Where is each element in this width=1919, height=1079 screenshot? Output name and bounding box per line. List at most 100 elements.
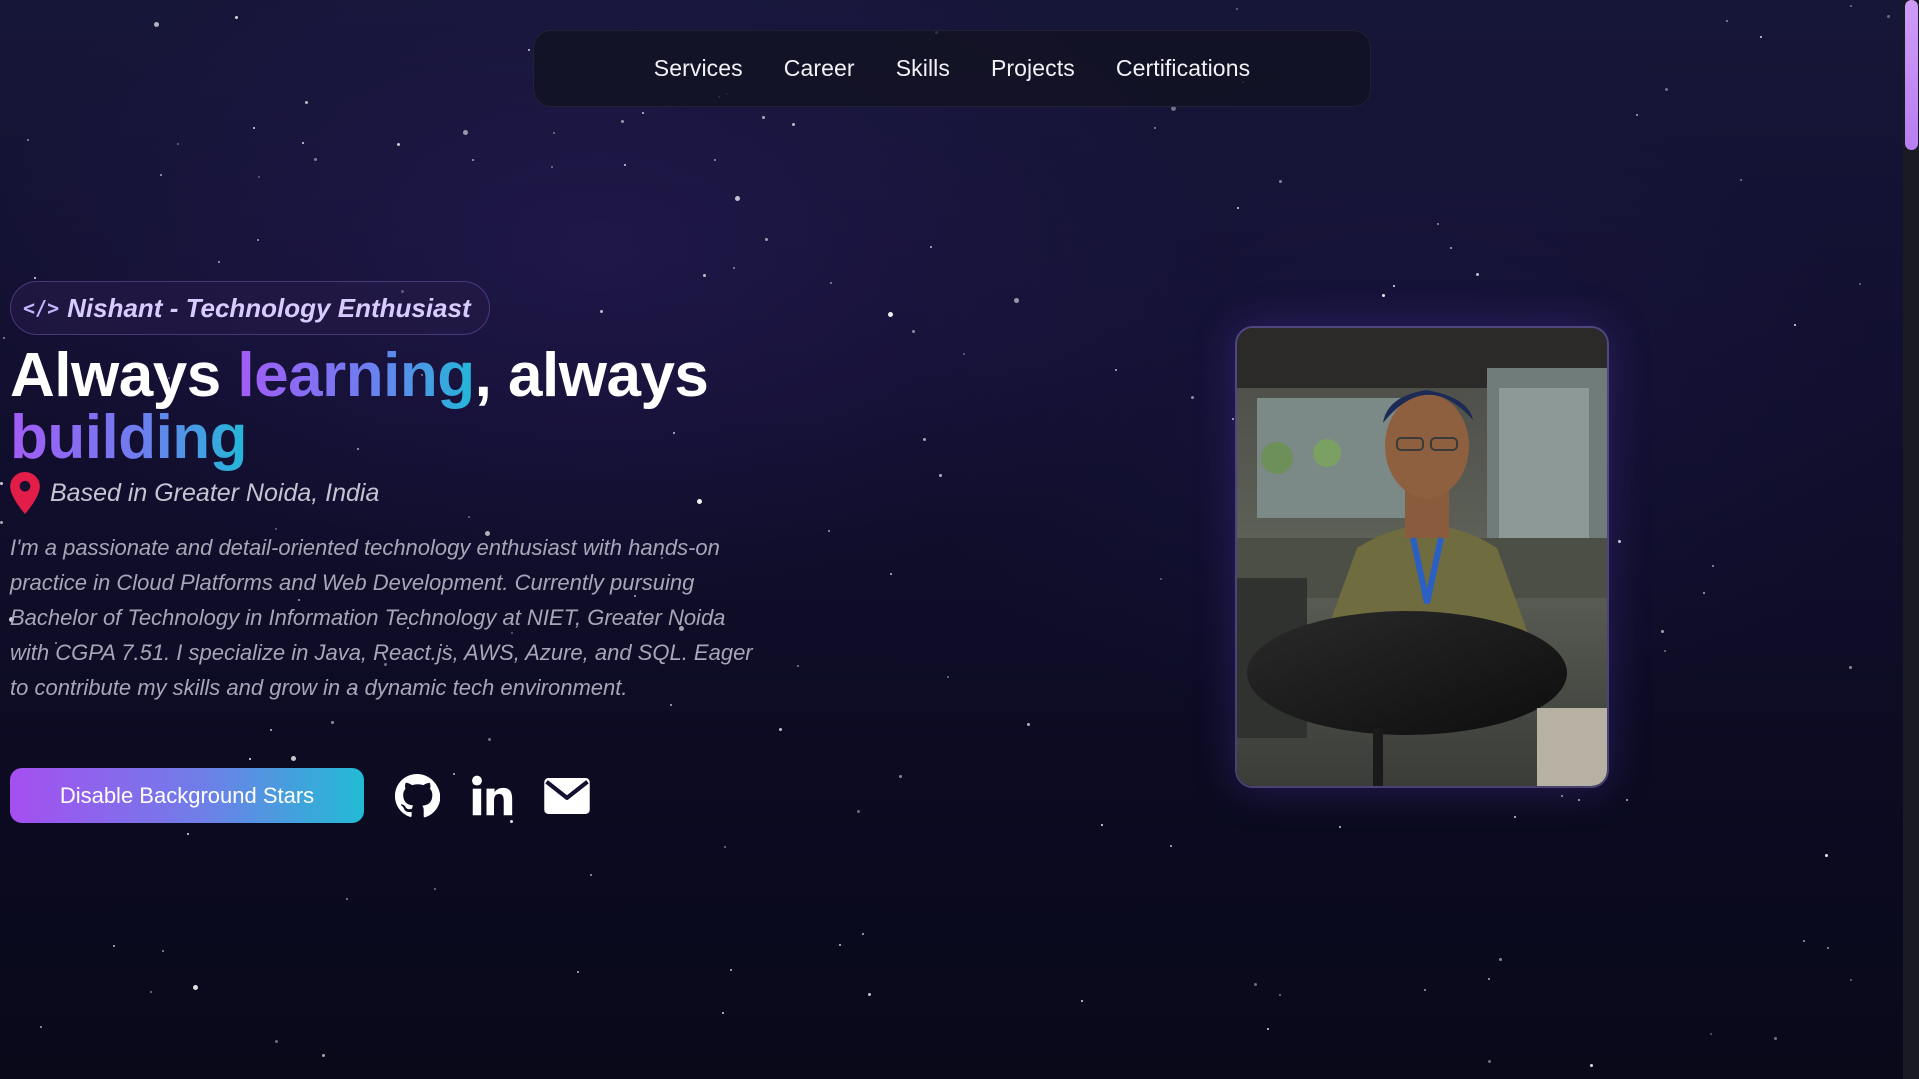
star xyxy=(1636,114,1638,116)
star xyxy=(0,482,3,485)
headline-part-2: , always xyxy=(474,341,709,410)
star xyxy=(249,758,251,760)
star xyxy=(1393,285,1395,287)
page-scrollbar[interactable] xyxy=(1903,0,1919,1079)
star xyxy=(434,888,436,890)
star xyxy=(154,22,159,27)
star xyxy=(551,166,553,168)
star xyxy=(1794,324,1796,326)
star xyxy=(1014,298,1019,303)
star xyxy=(1618,540,1621,543)
star xyxy=(1850,979,1852,981)
star xyxy=(1664,650,1666,652)
star xyxy=(735,196,740,201)
star xyxy=(888,312,893,317)
nav-link-skills[interactable]: Skills xyxy=(896,55,950,82)
star xyxy=(193,985,198,990)
nav-link-projects[interactable]: Projects xyxy=(991,55,1075,82)
star xyxy=(577,971,579,973)
star xyxy=(947,676,949,678)
star xyxy=(488,738,491,741)
star xyxy=(1774,1037,1777,1040)
star xyxy=(857,810,860,813)
star xyxy=(27,139,29,141)
star xyxy=(1154,127,1156,129)
star xyxy=(590,874,592,876)
star xyxy=(1825,854,1828,857)
star xyxy=(1237,207,1239,209)
star xyxy=(724,846,726,848)
star xyxy=(40,1026,42,1028)
star xyxy=(621,120,624,123)
nav-link-career[interactable]: Career xyxy=(784,55,855,82)
star xyxy=(528,49,530,51)
star xyxy=(939,474,942,477)
star xyxy=(1424,989,1426,991)
star xyxy=(1101,824,1103,826)
star xyxy=(1661,630,1664,633)
headline-highlight-learning: learning xyxy=(237,341,475,410)
nav-link-services[interactable]: Services xyxy=(654,55,743,82)
star xyxy=(1849,666,1852,669)
star xyxy=(923,438,926,441)
bio-paragraph: I'm a passionate and detail-oriented tec… xyxy=(10,535,753,700)
location-line: Based in Greater Noida, India xyxy=(10,472,379,514)
social-links xyxy=(394,773,590,819)
nav-link-certifications[interactable]: Certifications xyxy=(1116,55,1250,82)
star xyxy=(1514,816,1516,818)
star xyxy=(899,775,902,778)
top-navigation: Services Career Skills Projects Certific… xyxy=(533,30,1371,107)
star xyxy=(797,665,799,667)
star xyxy=(1488,1060,1491,1063)
star xyxy=(397,143,400,146)
disable-background-stars-button[interactable]: Disable Background Stars xyxy=(10,768,364,823)
star xyxy=(1267,1028,1269,1030)
star xyxy=(1115,369,1117,371)
star xyxy=(1626,799,1628,801)
star xyxy=(1236,8,1238,10)
star xyxy=(828,530,830,532)
linkedin-icon[interactable] xyxy=(470,774,514,818)
star xyxy=(930,246,932,248)
star xyxy=(1760,36,1762,38)
star xyxy=(703,274,706,277)
star xyxy=(331,721,334,724)
star xyxy=(1578,799,1580,801)
github-icon[interactable] xyxy=(394,773,441,819)
star xyxy=(1437,223,1439,225)
star xyxy=(187,833,189,835)
star xyxy=(0,521,3,524)
star xyxy=(1191,396,1194,399)
intro-badge: </> Nishant - Technology Enthusiast xyxy=(10,281,490,335)
star xyxy=(624,164,626,166)
mail-icon[interactable] xyxy=(544,777,590,814)
star xyxy=(762,116,765,119)
hero-headline: Always learning, always building xyxy=(10,345,770,469)
star xyxy=(1499,958,1502,961)
map-pin-icon xyxy=(10,472,40,514)
star xyxy=(1339,826,1341,828)
star xyxy=(553,132,555,134)
star xyxy=(1803,940,1805,942)
star xyxy=(162,950,164,952)
profile-photo xyxy=(1235,326,1609,788)
star xyxy=(1254,983,1257,986)
headline-highlight-building: building xyxy=(10,403,248,472)
star xyxy=(862,933,864,935)
star xyxy=(1160,578,1162,580)
scrollbar-thumb[interactable] xyxy=(1905,0,1918,150)
headline-part-1: Always xyxy=(10,341,238,410)
star xyxy=(150,991,152,993)
star xyxy=(1382,294,1385,297)
star xyxy=(642,112,644,114)
intro-badge-text: Nishant - Technology Enthusiast xyxy=(67,292,471,323)
star xyxy=(1710,1033,1712,1035)
star xyxy=(305,101,308,104)
star xyxy=(1665,88,1668,91)
portfolio-page: Services Career Skills Projects Certific… xyxy=(0,0,1919,1079)
star xyxy=(868,993,871,996)
star xyxy=(722,1012,724,1014)
star xyxy=(218,261,220,263)
code-icon: </> xyxy=(23,296,60,320)
star xyxy=(3,337,5,339)
